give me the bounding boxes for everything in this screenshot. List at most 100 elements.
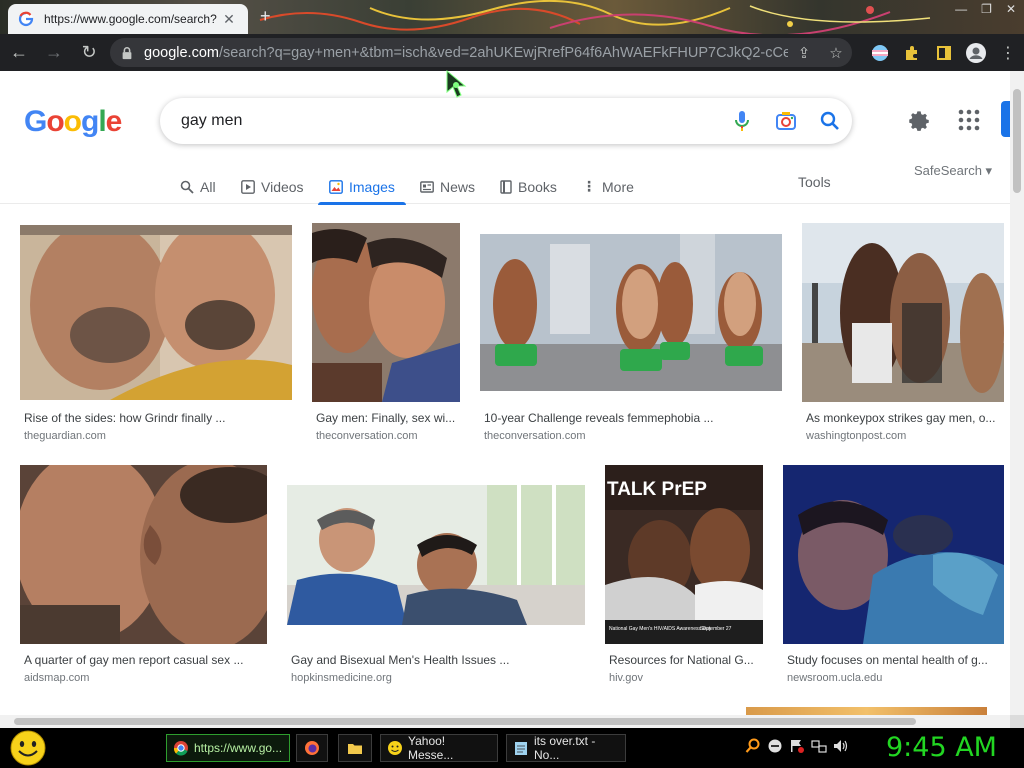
browser-toolbar: ← → ↻ google.com/search?q=gay+men+&tbm=i…: [0, 34, 1024, 71]
address-bar[interactable]: google.com/search?q=gay+men+&tbm=isch&ve…: [110, 38, 852, 67]
camera-lens-icon[interactable]: [764, 99, 808, 143]
minus-circle-icon[interactable]: [767, 738, 783, 754]
result-source[interactable]: hopkinsmedicine.org: [291, 672, 392, 684]
result-title[interactable]: Rise of the sides: how Grindr finally ..…: [24, 411, 288, 425]
mouse-cursor-icon: [446, 70, 467, 98]
result-thumbnail[interactable]: [783, 465, 1004, 644]
result-thumbnail[interactable]: [287, 485, 585, 625]
safesearch-dropdown[interactable]: SafeSearch ▾: [914, 163, 992, 179]
scrollbar-corner: [1010, 715, 1024, 728]
google-logo[interactable]: Google: [24, 105, 122, 139]
sign-in-button-edge[interactable]: [1001, 101, 1010, 137]
taskbar-yahoo-messenger[interactable]: Yahoo! Messe...: [380, 734, 498, 762]
apps-grid-icon[interactable]: [958, 109, 980, 131]
image-result-partial[interactable]: [746, 707, 987, 715]
bookmark-star-icon[interactable]: ☆: [820, 44, 852, 62]
tab-title: https://www.google.com/search?: [44, 12, 217, 26]
image-result[interactable]: TALK PrEP National Gay Men's HIV/AIDS Aw…: [605, 465, 763, 687]
google-images-page: Google gay men All Videos Images News Bo…: [0, 71, 1010, 715]
result-thumbnail[interactable]: TALK PrEP National Gay Men's HIV/AIDS Aw…: [605, 465, 763, 644]
search-box[interactable]: gay men: [160, 98, 852, 144]
extensions-puzzle-icon[interactable]: [902, 43, 922, 63]
taskbar-folder[interactable]: [338, 734, 372, 762]
image-result[interactable]: Rise of the sides: how Grindr finally ..…: [20, 225, 292, 445]
result-source[interactable]: aidsmap.com: [24, 672, 89, 684]
result-title[interactable]: Resources for National G...: [609, 653, 759, 667]
gear-icon[interactable]: [906, 107, 932, 133]
result-source[interactable]: theconversation.com: [484, 430, 586, 442]
forward-arrow-icon[interactable]: →: [38, 37, 70, 69]
result-thumbnail[interactable]: [312, 223, 460, 402]
system-tray: [745, 738, 849, 754]
more-vertical-icon: ⋮: [582, 178, 596, 194]
scrollbar-thumb[interactable]: [14, 718, 916, 725]
tab-label: Images: [349, 178, 395, 195]
image-result[interactable]: A quarter of gay men report casual sex .…: [20, 465, 267, 687]
result-source[interactable]: washingtonpost.com: [806, 430, 906, 442]
scrollbar-thumb[interactable]: [1013, 89, 1021, 193]
start-smiley-icon[interactable]: [10, 730, 46, 766]
close-window-icon[interactable]: ✕: [1006, 2, 1016, 16]
browser-tab[interactable]: https://www.google.com/search? ✕: [8, 4, 248, 34]
result-thumbnail[interactable]: [20, 465, 267, 644]
result-source[interactable]: newsroom.ucla.edu: [787, 672, 882, 684]
result-thumbnail[interactable]: [802, 223, 1004, 402]
result-title[interactable]: Gay men: Finally, sex wi...: [316, 411, 456, 425]
image-result[interactable]: Gay and Bisexual Men's Health Issues ...…: [287, 485, 585, 687]
microphone-icon[interactable]: [720, 99, 764, 143]
pride-flag-extension-icon[interactable]: [870, 43, 890, 63]
restore-icon[interactable]: ❐: [981, 2, 992, 16]
result-title[interactable]: A quarter of gay men report casual sex .…: [24, 653, 264, 667]
logo-letter: o: [46, 105, 64, 138]
result-source[interactable]: hiv.gov: [609, 672, 643, 684]
reload-icon[interactable]: ↻: [73, 37, 105, 69]
result-title[interactable]: Study focuses on mental health of g...: [787, 653, 1002, 667]
tab-label: All: [200, 178, 216, 195]
poster-headline: TALK PrEP: [607, 479, 707, 500]
result-thumbnail[interactable]: [20, 225, 292, 400]
close-tab-icon[interactable]: ✕: [220, 11, 238, 28]
speaker-volume-icon[interactable]: [833, 738, 849, 754]
taskbar-clock[interactable]: 9:45 AM: [886, 732, 997, 763]
result-title[interactable]: Gay and Bisexual Men's Health Issues ...: [291, 653, 581, 667]
sidebar-panel-icon[interactable]: [934, 43, 954, 63]
share-icon[interactable]: ⇪: [788, 44, 820, 62]
task-label: its over.txt - No...: [534, 734, 596, 762]
result-title[interactable]: As monkeypox strikes gay men, o...: [806, 411, 1002, 425]
minimize-icon[interactable]: —: [955, 2, 967, 16]
taskbar-chrome-window[interactable]: https://www.go...: [166, 734, 290, 762]
desktop-wallpaper-art: [259, 0, 931, 34]
result-title[interactable]: 10-year Challenge reveals femmephobia ..…: [484, 411, 778, 425]
browser-menu-icon[interactable]: ⋮: [998, 43, 1018, 63]
tab-news[interactable]: News: [420, 169, 475, 204]
search-icon[interactable]: [808, 99, 852, 143]
horizontal-scrollbar[interactable]: [0, 715, 1010, 728]
new-tab-icon[interactable]: +: [260, 6, 271, 27]
toolbar-extensions: ⋮: [870, 34, 1018, 71]
network-icon[interactable]: [811, 738, 827, 754]
result-source[interactable]: theconversation.com: [316, 430, 418, 442]
result-source[interactable]: theguardian.com: [24, 430, 106, 442]
browser-titlebar: https://www.google.com/search? ✕ + — ❐ ✕: [0, 0, 1024, 34]
tab-more[interactable]: ⋮ More: [582, 169, 634, 204]
result-thumbnail[interactable]: [480, 234, 782, 391]
flag-alert-icon[interactable]: [789, 738, 805, 754]
tab-images[interactable]: Images: [318, 169, 406, 205]
lock-icon: [122, 46, 132, 59]
taskbar-firefox[interactable]: [296, 734, 328, 762]
vertical-scrollbar[interactable]: [1010, 71, 1024, 715]
image-result[interactable]: Gay men: Finally, sex wi... theconversat…: [312, 223, 460, 445]
profile-avatar-icon[interactable]: [966, 42, 986, 63]
taskbar-notepad[interactable]: its over.txt - No...: [506, 734, 626, 762]
logo-letter: o: [63, 105, 82, 138]
back-arrow-icon[interactable]: ←: [3, 37, 35, 69]
image-result[interactable]: As monkeypox strikes gay men, o... washi…: [802, 223, 1004, 445]
image-result[interactable]: 10-year Challenge reveals femmephobia ..…: [480, 234, 782, 445]
tools-button[interactable]: Tools: [798, 174, 831, 190]
search-input[interactable]: gay men: [181, 112, 720, 130]
search-icon[interactable]: [745, 738, 761, 754]
tab-videos[interactable]: Videos: [241, 169, 304, 204]
image-result[interactable]: Study focuses on mental health of g... n…: [783, 465, 1004, 687]
tab-all[interactable]: All: [180, 169, 216, 204]
tab-books[interactable]: Books: [500, 169, 557, 204]
